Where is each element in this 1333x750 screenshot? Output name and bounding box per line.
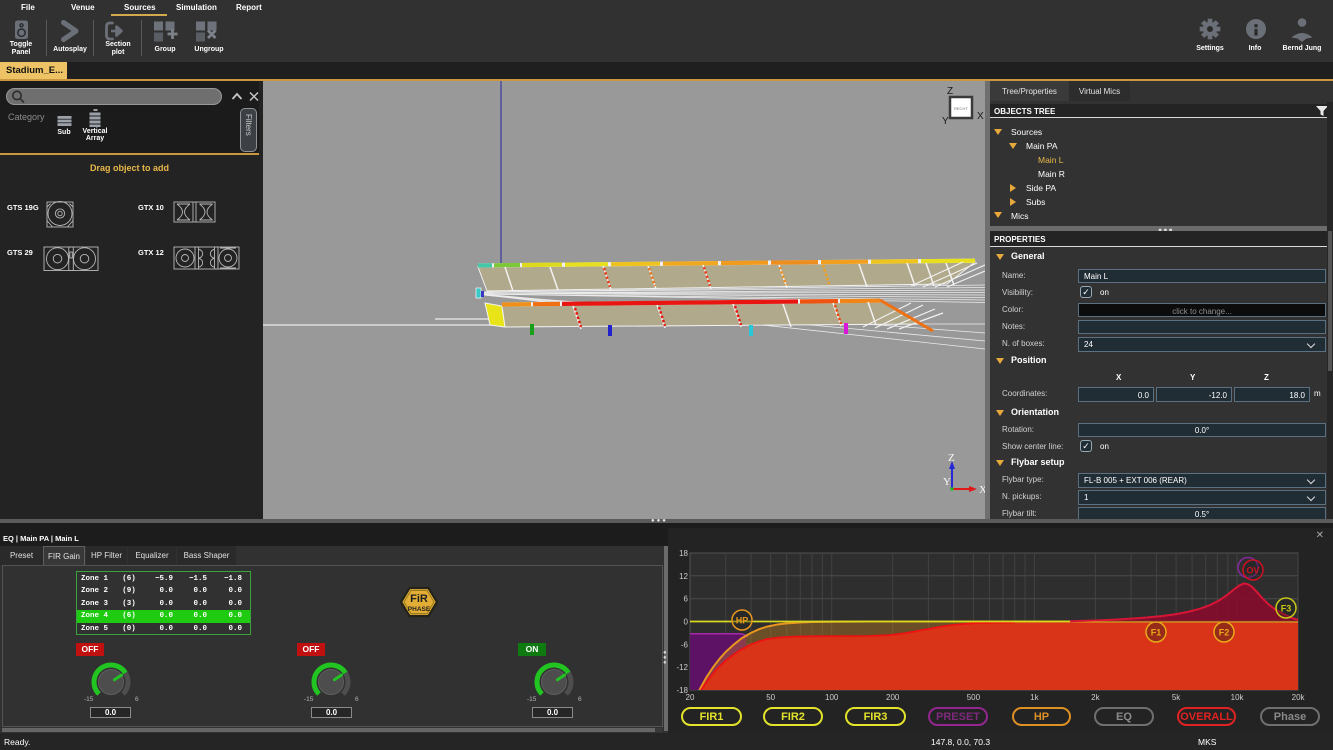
svg-text:F3: F3 — [1281, 604, 1292, 614]
svg-text:X: X — [977, 111, 984, 122]
svg-text:50: 50 — [766, 693, 775, 702]
svg-text:5k: 5k — [1172, 693, 1181, 702]
svg-text:0: 0 — [684, 618, 689, 627]
svg-text:F1: F1 — [1151, 628, 1162, 638]
svg-text:1k: 1k — [1030, 693, 1039, 702]
svg-text:F2: F2 — [1219, 628, 1230, 638]
svg-text:20: 20 — [686, 693, 695, 702]
svg-text:100: 100 — [825, 693, 839, 702]
svg-text:18: 18 — [679, 549, 688, 558]
svg-text:Y: Y — [943, 476, 951, 488]
svg-text:-6: -6 — [681, 640, 689, 649]
svg-text:10k: 10k — [1231, 693, 1245, 702]
svg-text:Z: Z — [948, 452, 955, 464]
svg-text:OV: OV — [1246, 566, 1259, 576]
svg-text:FiR: FiR — [410, 593, 428, 605]
svg-text:Z: Z — [947, 86, 953, 97]
svg-text:2k: 2k — [1091, 693, 1100, 702]
svg-text:HP: HP — [736, 616, 749, 626]
svg-text:RECHT: RECHT — [954, 106, 968, 111]
svg-text:Y: Y — [942, 116, 949, 127]
svg-text:PHASE: PHASE — [408, 606, 431, 613]
svg-text:-12: -12 — [676, 663, 688, 672]
svg-text:500: 500 — [967, 693, 981, 702]
svg-text:20k: 20k — [1292, 693, 1306, 702]
svg-text:12: 12 — [679, 572, 688, 581]
svg-text:200: 200 — [886, 693, 900, 702]
svg-text:6: 6 — [684, 595, 689, 604]
